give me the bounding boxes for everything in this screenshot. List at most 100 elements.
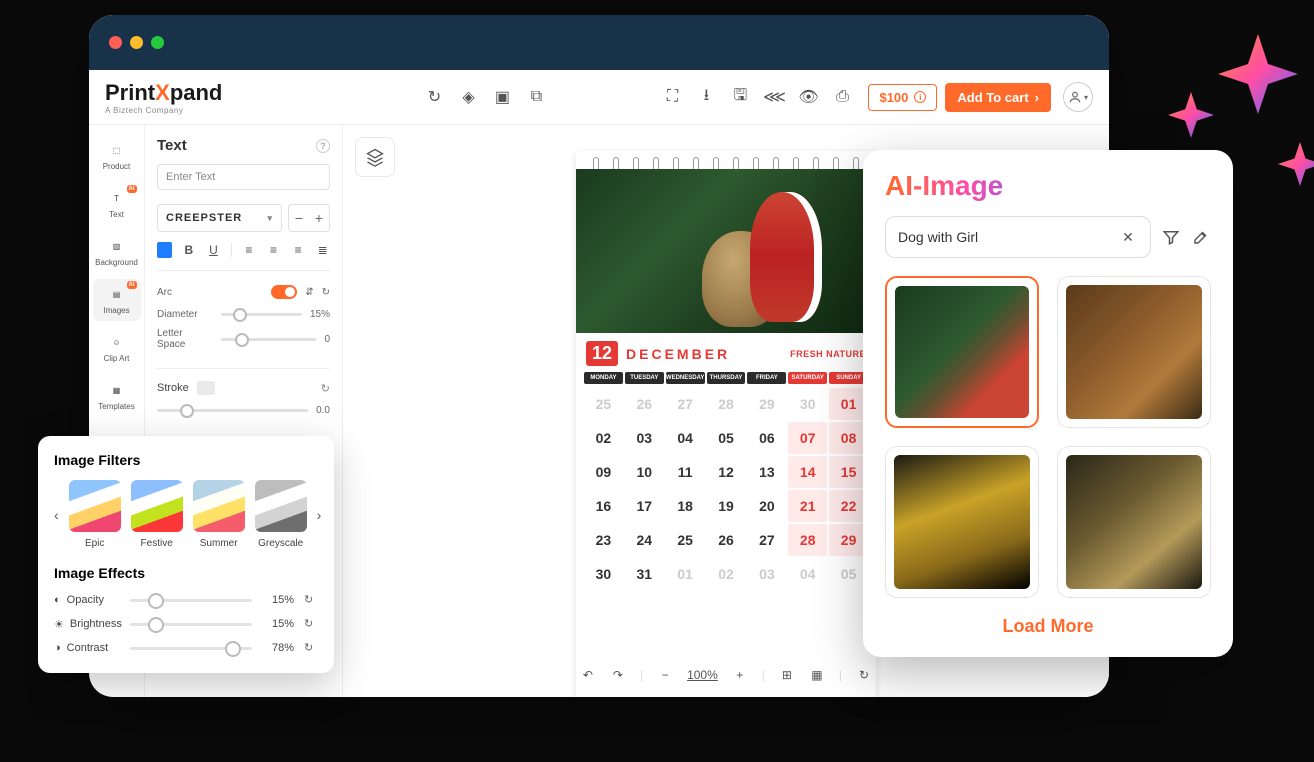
preview-icon[interactable]: 👁 <box>800 89 816 105</box>
calendar-product[interactable]: 12 DECEMBER FRESH NATURE MONDAYTUESDAYWE… <box>576 151 876 697</box>
clear-icon[interactable]: ✕ <box>1118 227 1138 247</box>
date-cell: 30 <box>788 388 827 420</box>
layers-button[interactable] <box>355 137 395 177</box>
diameter-slider[interactable] <box>221 313 302 316</box>
filter-greyscale[interactable]: Greyscale <box>255 480 307 549</box>
underline-button[interactable]: U <box>206 242 221 258</box>
refresh-icon[interactable]: ↻ <box>426 89 442 105</box>
dow-cell: SATURDAY <box>788 372 827 384</box>
contrast-icon: ◑ <box>54 642 61 654</box>
date-cell: 06 <box>747 422 786 454</box>
letter-space-slider[interactable] <box>221 338 316 341</box>
ai-search-input[interactable]: Dog with Girl ✕ <box>885 216 1151 258</box>
minus-icon[interactable]: − <box>289 205 309 231</box>
price-value: $100 <box>879 90 908 105</box>
date-cell: 12 <box>707 456 746 488</box>
load-more-button[interactable]: Load More <box>885 616 1211 637</box>
month-name: DECEMBER <box>626 346 730 362</box>
rail-background[interactable]: ▧Background <box>93 231 141 273</box>
date-cell: 02 <box>584 422 623 454</box>
date-cell: 25 <box>584 388 623 420</box>
close-icon[interactable] <box>109 36 122 49</box>
stroke-color-swatch[interactable] <box>197 381 215 395</box>
reset-icon[interactable]: ↻ <box>322 287 330 298</box>
color-swatch[interactable] <box>157 242 172 258</box>
fullscreen-icon[interactable]: ⛶ <box>664 89 680 105</box>
print-icon[interactable]: ⎙ <box>834 89 850 105</box>
zoom-value[interactable]: 100% <box>687 668 718 682</box>
chevron-right-icon[interactable]: › <box>317 507 322 523</box>
align-left-icon[interactable]: ≡ <box>242 242 257 258</box>
letter-space-label: Letter Space <box>157 328 213 350</box>
day-of-week-row: MONDAYTUESDAYWEDNESDAYTHURSDAYFRIDAYSATU… <box>576 372 876 384</box>
font-family-select[interactable]: CREEPSTER▾ <box>157 204 282 232</box>
minimize-icon[interactable] <box>130 36 143 49</box>
rail-clipart[interactable]: ☺Clip Art <box>93 327 141 369</box>
ai-image-popover: AI-Image Dog with Girl ✕ Load More <box>863 150 1233 657</box>
grid-icon[interactable]: ▦ <box>809 667 825 683</box>
rail-product[interactable]: ⬚Product <box>93 135 141 177</box>
spiral-binding <box>576 151 876 169</box>
copy-icon[interactable]: ⧉ <box>528 89 544 105</box>
account-button[interactable]: ▾ <box>1063 82 1093 112</box>
reset-view-icon[interactable]: ↻ <box>856 667 872 683</box>
align-right-icon[interactable]: ≡ <box>291 242 306 258</box>
reset-icon[interactable]: ↻ <box>304 593 318 607</box>
chevron-left-icon[interactable]: ‹ <box>54 507 59 523</box>
ai-result-4[interactable] <box>1057 446 1211 598</box>
letter-space-value: 0 <box>324 334 330 345</box>
date-cell: 28 <box>707 388 746 420</box>
bold-button[interactable]: B <box>182 242 197 258</box>
reset-icon[interactable]: ↻ <box>304 641 318 655</box>
edit-icon[interactable] <box>1191 227 1211 247</box>
maximize-icon[interactable] <box>151 36 164 49</box>
font-size-stepper[interactable]: −+ <box>288 204 330 232</box>
ai-result-3[interactable] <box>885 446 1039 598</box>
align-justify-icon[interactable]: ≣ <box>315 242 330 258</box>
download-icon[interactable]: ⭳ <box>698 89 714 105</box>
stroke-slider[interactable] <box>157 409 308 412</box>
ruler-icon[interactable]: ⊞ <box>779 667 795 683</box>
diameter-label: Diameter <box>157 309 213 320</box>
info-icon[interactable]: i <box>914 91 926 103</box>
text-input[interactable]: Enter Text <box>157 164 330 190</box>
month-number: 12 <box>586 341 618 366</box>
add-to-cart-button[interactable]: Add To cart› <box>945 83 1051 112</box>
zoom-out-icon[interactable]: − <box>657 667 673 683</box>
rail-text[interactable]: AITText <box>93 183 141 225</box>
align-center-icon[interactable]: ≡ <box>266 242 281 258</box>
top-toolbar: PrintXpand A Biztech Company ↻ ◈ ▣ ⧉ ⛶ ⭳… <box>89 70 1109 125</box>
arc-toggle[interactable] <box>271 285 297 299</box>
filter-festive[interactable]: Festive <box>131 480 183 549</box>
reset-icon[interactable]: ↻ <box>304 617 318 631</box>
sparkle-icon <box>1278 142 1314 186</box>
ai-result-2[interactable] <box>1057 276 1211 428</box>
share-icon[interactable]: ⋘ <box>766 89 782 105</box>
calendar-image[interactable] <box>576 169 876 333</box>
dow-cell: THURSDAY <box>707 372 746 384</box>
date-cell: 03 <box>747 558 786 590</box>
rail-images[interactable]: AI▤Images <box>93 279 141 321</box>
ai-result-1[interactable] <box>885 276 1039 428</box>
save-icon[interactable]: 🖫 <box>732 89 748 105</box>
canvas-bottom-toolbar: ↶ ↷ | − 100% + | ⊞ ▦ | ↻ <box>580 667 872 683</box>
image-box-icon[interactable]: ▣ <box>494 89 510 105</box>
filter-icon[interactable] <box>1161 227 1181 247</box>
date-cell: 16 <box>584 490 623 522</box>
flip-icon[interactable]: ⇵ <box>305 287 313 298</box>
zoom-in-icon[interactable]: + <box>732 667 748 683</box>
opacity-slider[interactable]: .fx-row .trk::after{left:15%} <box>130 599 252 602</box>
date-cell: 04 <box>666 422 705 454</box>
reset-icon[interactable]: ↻ <box>321 382 330 395</box>
layers-icon[interactable]: ◈ <box>460 89 476 105</box>
plus-icon[interactable]: + <box>309 205 329 231</box>
contrast-slider[interactable] <box>130 647 252 650</box>
dow-cell: TUESDAY <box>625 372 664 384</box>
help-icon[interactable]: ? <box>316 139 330 153</box>
rail-templates[interactable]: ▦Templates <box>93 375 141 417</box>
filter-summer[interactable]: Summer <box>193 480 245 549</box>
brightness-slider[interactable] <box>130 623 252 626</box>
filter-epic[interactable]: Epic <box>69 480 121 549</box>
undo-icon[interactable]: ↶ <box>580 667 596 683</box>
redo-icon[interactable]: ↷ <box>610 667 626 683</box>
